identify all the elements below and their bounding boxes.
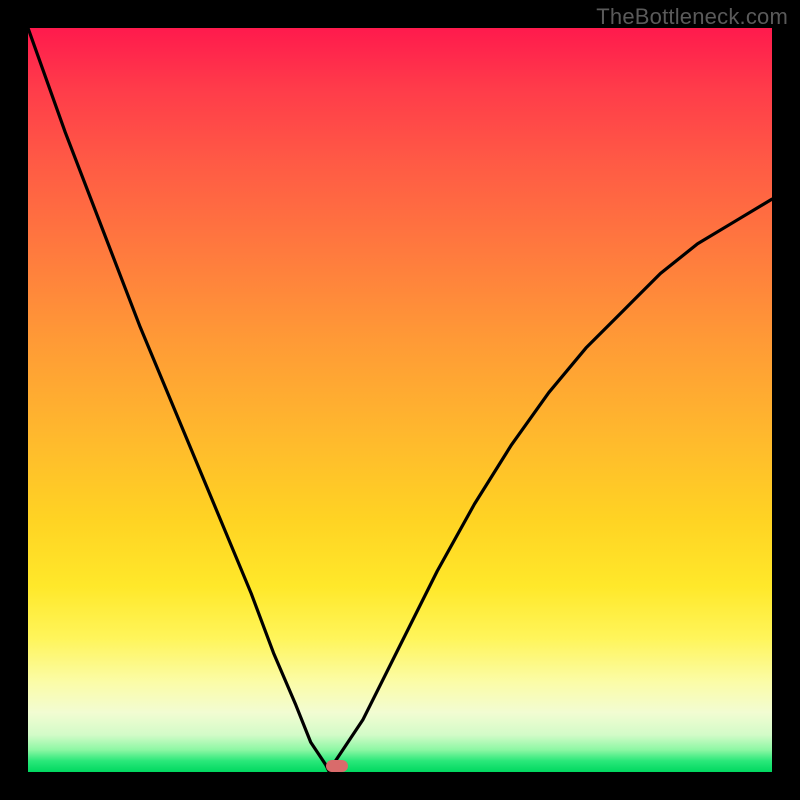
curve-line — [28, 28, 772, 772]
watermark-text: TheBottleneck.com — [596, 4, 788, 30]
optimum-marker — [326, 760, 348, 772]
plot-area — [28, 28, 772, 772]
chart-frame: TheBottleneck.com — [0, 0, 800, 800]
bottleneck-curve — [28, 28, 772, 772]
